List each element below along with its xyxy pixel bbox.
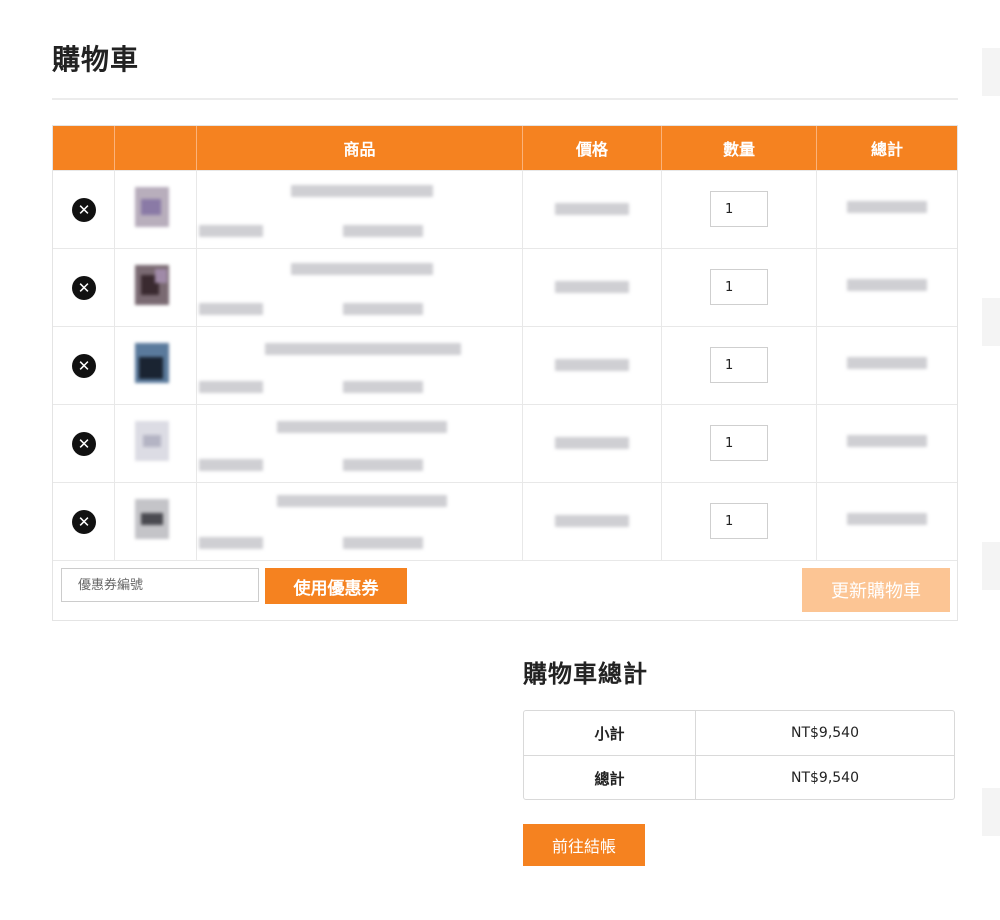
- price-cell: [523, 405, 662, 482]
- header-thumbnail: [115, 126, 197, 170]
- header-price: 價格: [523, 126, 662, 170]
- product-name-cell[interactable]: [197, 483, 523, 560]
- line-total-cell: [817, 327, 957, 404]
- cart-item-row: ✕: [53, 404, 957, 482]
- header-product: 商品: [197, 126, 523, 170]
- remove-cell: ✕: [53, 171, 115, 248]
- quantity-input[interactable]: [710, 347, 768, 383]
- subtotal-label: 小計: [524, 711, 696, 755]
- quantity-input[interactable]: [710, 191, 768, 227]
- quantity-cell: [662, 405, 817, 482]
- quantity-cell: [662, 171, 817, 248]
- thumbnail-cell: [115, 249, 197, 326]
- line-total-cell: [817, 405, 957, 482]
- remove-cell: ✕: [53, 249, 115, 326]
- remove-cell: ✕: [53, 405, 115, 482]
- cart-table: 商品 價格 數量 總計 ✕ ✕: [52, 125, 958, 621]
- cart-table-header: 商品 價格 數量 總計: [53, 126, 957, 170]
- remove-cell: ✕: [53, 327, 115, 404]
- total-label: 總計: [524, 756, 696, 800]
- sidebar-widget-stub: [982, 788, 1000, 836]
- product-name-cell[interactable]: [197, 327, 523, 404]
- remove-item-icon[interactable]: ✕: [72, 198, 96, 222]
- product-name-cell[interactable]: [197, 249, 523, 326]
- thumbnail-cell: [115, 405, 197, 482]
- quantity-input[interactable]: [710, 503, 768, 539]
- price-cell: [523, 249, 662, 326]
- subtotal-value: NT$9,540: [790, 725, 859, 741]
- product-thumbnail[interactable]: [135, 499, 169, 539]
- price-cell: [523, 171, 662, 248]
- cart-item-row: ✕: [53, 482, 957, 560]
- price-cell: [523, 483, 662, 560]
- sidebar-widget-stub: [982, 48, 1000, 96]
- thumbnail-cell: [115, 483, 197, 560]
- coupon-code-input[interactable]: [61, 568, 259, 602]
- remove-item-icon[interactable]: ✕: [72, 276, 96, 300]
- product-thumbnail[interactable]: [135, 421, 169, 461]
- remove-item-icon[interactable]: ✕: [72, 432, 96, 456]
- remove-item-icon[interactable]: ✕: [72, 354, 96, 378]
- totals-row-total: 總計 NT$9,540: [524, 755, 954, 800]
- update-cart-button[interactable]: 更新購物車: [802, 568, 950, 612]
- remove-cell: ✕: [53, 483, 115, 560]
- header-quantity: 數量: [662, 126, 817, 170]
- apply-coupon-button[interactable]: 使用優惠券: [265, 568, 407, 604]
- cart-item-row: ✕: [53, 170, 957, 248]
- cart-actions: 使用優惠券 更新購物車: [53, 560, 957, 619]
- cart-totals-title: 購物車總計: [523, 660, 648, 688]
- product-name-cell[interactable]: [197, 405, 523, 482]
- thumbnail-cell: [115, 327, 197, 404]
- product-thumbnail[interactable]: [135, 343, 169, 383]
- product-thumbnail[interactable]: [135, 187, 169, 227]
- proceed-to-checkout-button[interactable]: 前往結帳: [523, 824, 645, 866]
- quantity-input[interactable]: [710, 425, 768, 461]
- thumbnail-cell: [115, 171, 197, 248]
- quantity-cell: [662, 249, 817, 326]
- sidebar-widget-stub: [982, 542, 1000, 590]
- line-total-cell: [817, 483, 957, 560]
- line-total-cell: [817, 171, 957, 248]
- line-total-cell: [817, 249, 957, 326]
- quantity-cell: [662, 327, 817, 404]
- header-remove: [53, 126, 115, 170]
- quantity-cell: [662, 483, 817, 560]
- product-name-cell[interactable]: [197, 171, 523, 248]
- cart-totals-table: 小計 NT$9,540 總計 NT$9,540: [523, 710, 955, 800]
- cart-item-row: ✕: [53, 326, 957, 404]
- price-cell: [523, 327, 662, 404]
- totals-row-subtotal: 小計 NT$9,540: [524, 711, 954, 755]
- page-title: 購物車: [52, 43, 140, 76]
- product-thumbnail[interactable]: [135, 265, 169, 305]
- sidebar-widget-stub: [982, 298, 1000, 346]
- cart-item-row: ✕: [53, 248, 957, 326]
- total-value: NT$9,540: [790, 770, 859, 786]
- remove-item-icon[interactable]: ✕: [72, 510, 96, 534]
- header-subtotal: 總計: [870, 140, 903, 159]
- quantity-input[interactable]: [710, 269, 768, 305]
- title-divider: [52, 98, 958, 100]
